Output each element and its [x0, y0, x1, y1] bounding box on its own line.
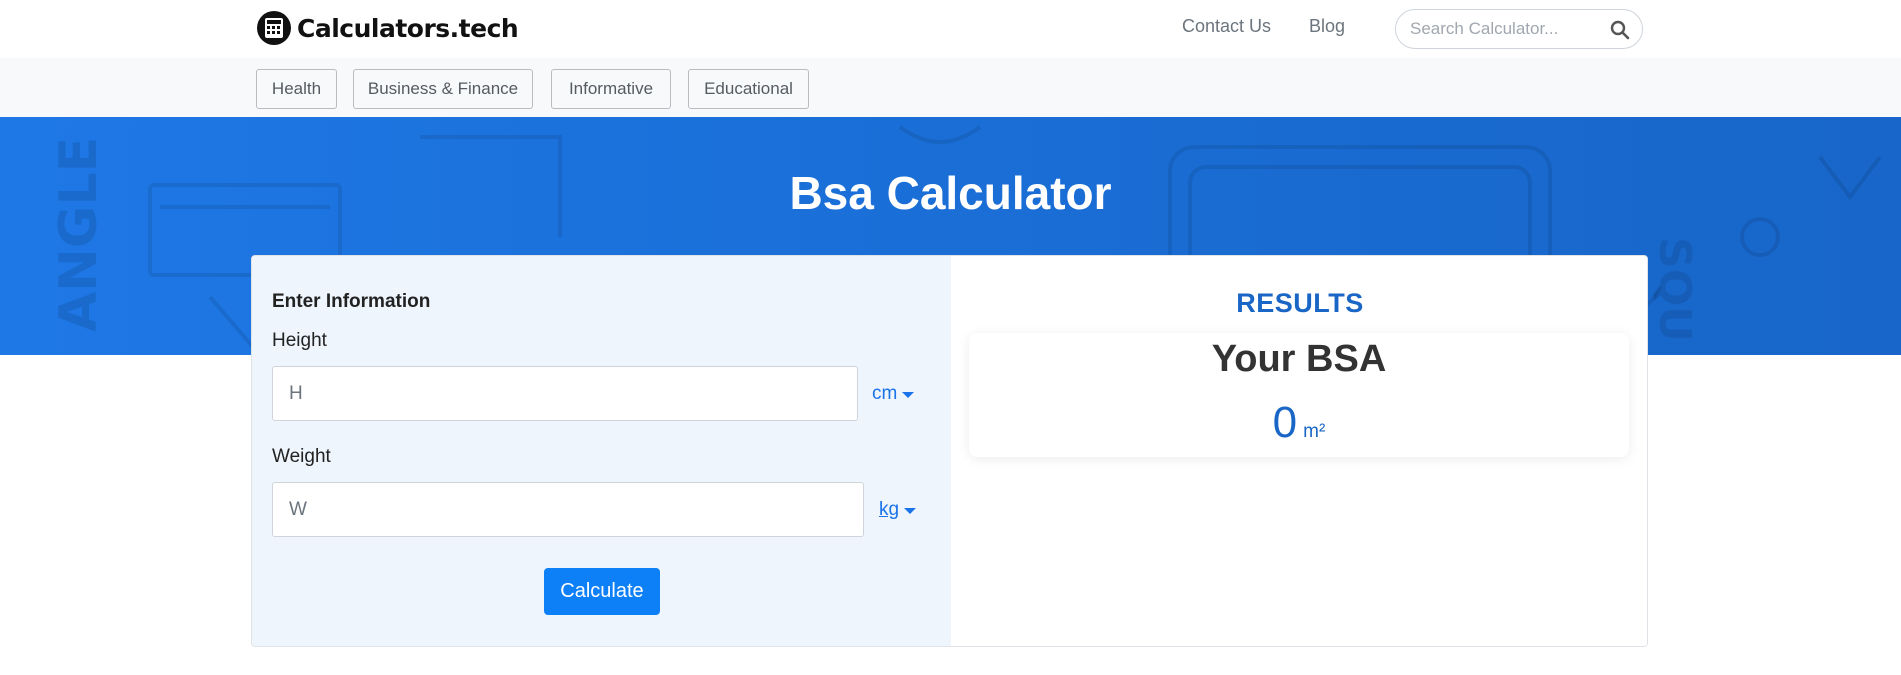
- category-business-finance[interactable]: Business & Finance: [353, 69, 533, 109]
- height-unit-value: cm: [872, 383, 898, 404]
- result-value: 0: [1272, 398, 1298, 447]
- weight-label: Weight: [272, 446, 331, 467]
- nav-blog[interactable]: Blog: [1309, 16, 1345, 37]
- result-value-row: 0 m²: [969, 398, 1629, 448]
- calculator-card: Enter Information Height cm Weight kg Ca…: [251, 255, 1648, 647]
- height-unit-dropdown[interactable]: cm: [872, 383, 915, 405]
- results-panel: RESULTS Your BSA 0 m²: [951, 256, 1647, 646]
- results-title: RESULTS: [1236, 288, 1364, 318]
- category-bar: Health Business & Finance Informative Ed…: [0, 58, 1901, 117]
- nav-contact-us[interactable]: Contact Us: [1182, 16, 1271, 37]
- category-informative[interactable]: Informative: [551, 69, 671, 109]
- caret-down-icon: [902, 391, 915, 398]
- category-health[interactable]: Health: [256, 69, 337, 109]
- weight-input[interactable]: [272, 482, 864, 537]
- top-navbar: Calculators.tech Contact Us Blog: [0, 0, 1901, 58]
- weight-unit-value: kg: [879, 499, 900, 520]
- weight-unit-dropdown[interactable]: kg: [879, 499, 917, 521]
- caret-down-icon: [904, 507, 917, 514]
- svg-text:SQU: SQU: [1649, 237, 1700, 342]
- calculate-button[interactable]: Calculate: [544, 568, 660, 615]
- calculator-logo-icon: [257, 11, 291, 45]
- category-educational[interactable]: Educational: [688, 69, 809, 109]
- search-icon[interactable]: [1610, 20, 1630, 40]
- page-title: Bsa Calculator: [789, 167, 1112, 219]
- result-unit: m²: [1303, 421, 1326, 442]
- section-title: Enter Information: [272, 291, 431, 312]
- input-panel: Enter Information Height cm Weight kg Ca…: [252, 256, 951, 646]
- brand-link[interactable]: Calculators.tech: [257, 10, 519, 46]
- search-box: [1395, 9, 1643, 49]
- height-input[interactable]: [272, 366, 858, 421]
- height-label: Height: [272, 330, 327, 351]
- search-input[interactable]: [1410, 10, 1605, 48]
- brand-name: Calculators.tech: [297, 13, 519, 43]
- result-label: Your BSA: [1211, 338, 1387, 380]
- result-box: Your BSA 0 m²: [969, 333, 1629, 457]
